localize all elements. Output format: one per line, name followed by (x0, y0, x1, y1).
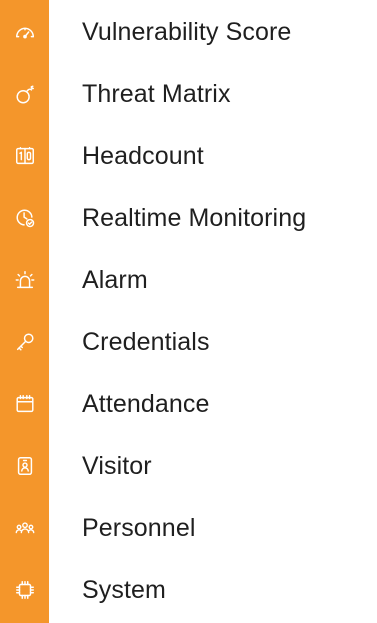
sidebar-menu: Vulnerability Score Threat Matrix Headco… (0, 0, 377, 623)
sidebar-item-label: Threat Matrix (82, 79, 231, 108)
sidebar-item-label: Realtime Monitoring (82, 203, 307, 232)
counter-icon (0, 127, 49, 185)
sidebar-item-label: Personnel (82, 513, 196, 542)
users-icon (0, 499, 49, 557)
sidebar-item-system[interactable]: System (0, 561, 377, 619)
bomb-icon (0, 65, 49, 123)
sidebar-item-label: System (82, 575, 166, 604)
sidebar-item-threat-matrix[interactable]: Threat Matrix (0, 65, 377, 123)
sidebar-item-attendance[interactable]: Attendance (0, 375, 377, 433)
sidebar-item-label: Alarm (82, 265, 148, 294)
sidebar-item-visitor[interactable]: Visitor (0, 437, 377, 495)
clock-check-icon (0, 189, 49, 247)
gauge-icon (0, 3, 49, 61)
sidebar-item-vulnerability-score[interactable]: Vulnerability Score (0, 3, 377, 61)
sidebar-item-label: Attendance (82, 389, 210, 418)
sidebar-item-label: Visitor (82, 451, 152, 480)
sidebar-item-label: Credentials (82, 327, 210, 356)
sidebar: Vulnerability Score Threat Matrix Headco… (0, 0, 377, 623)
key-icon (0, 313, 49, 371)
sidebar-item-realtime-monitoring[interactable]: Realtime Monitoring (0, 189, 377, 247)
sidebar-item-alarm[interactable]: Alarm (0, 251, 377, 309)
sidebar-item-label: Headcount (82, 141, 204, 170)
siren-icon (0, 251, 49, 309)
sidebar-item-headcount[interactable]: Headcount (0, 127, 377, 185)
sidebar-item-label: Vulnerability Score (82, 17, 292, 46)
calendar-icon (0, 375, 49, 433)
sidebar-item-credentials[interactable]: Credentials (0, 313, 377, 371)
chip-icon (0, 561, 49, 619)
badge-icon (0, 437, 49, 495)
sidebar-item-personnel[interactable]: Personnel (0, 499, 377, 557)
